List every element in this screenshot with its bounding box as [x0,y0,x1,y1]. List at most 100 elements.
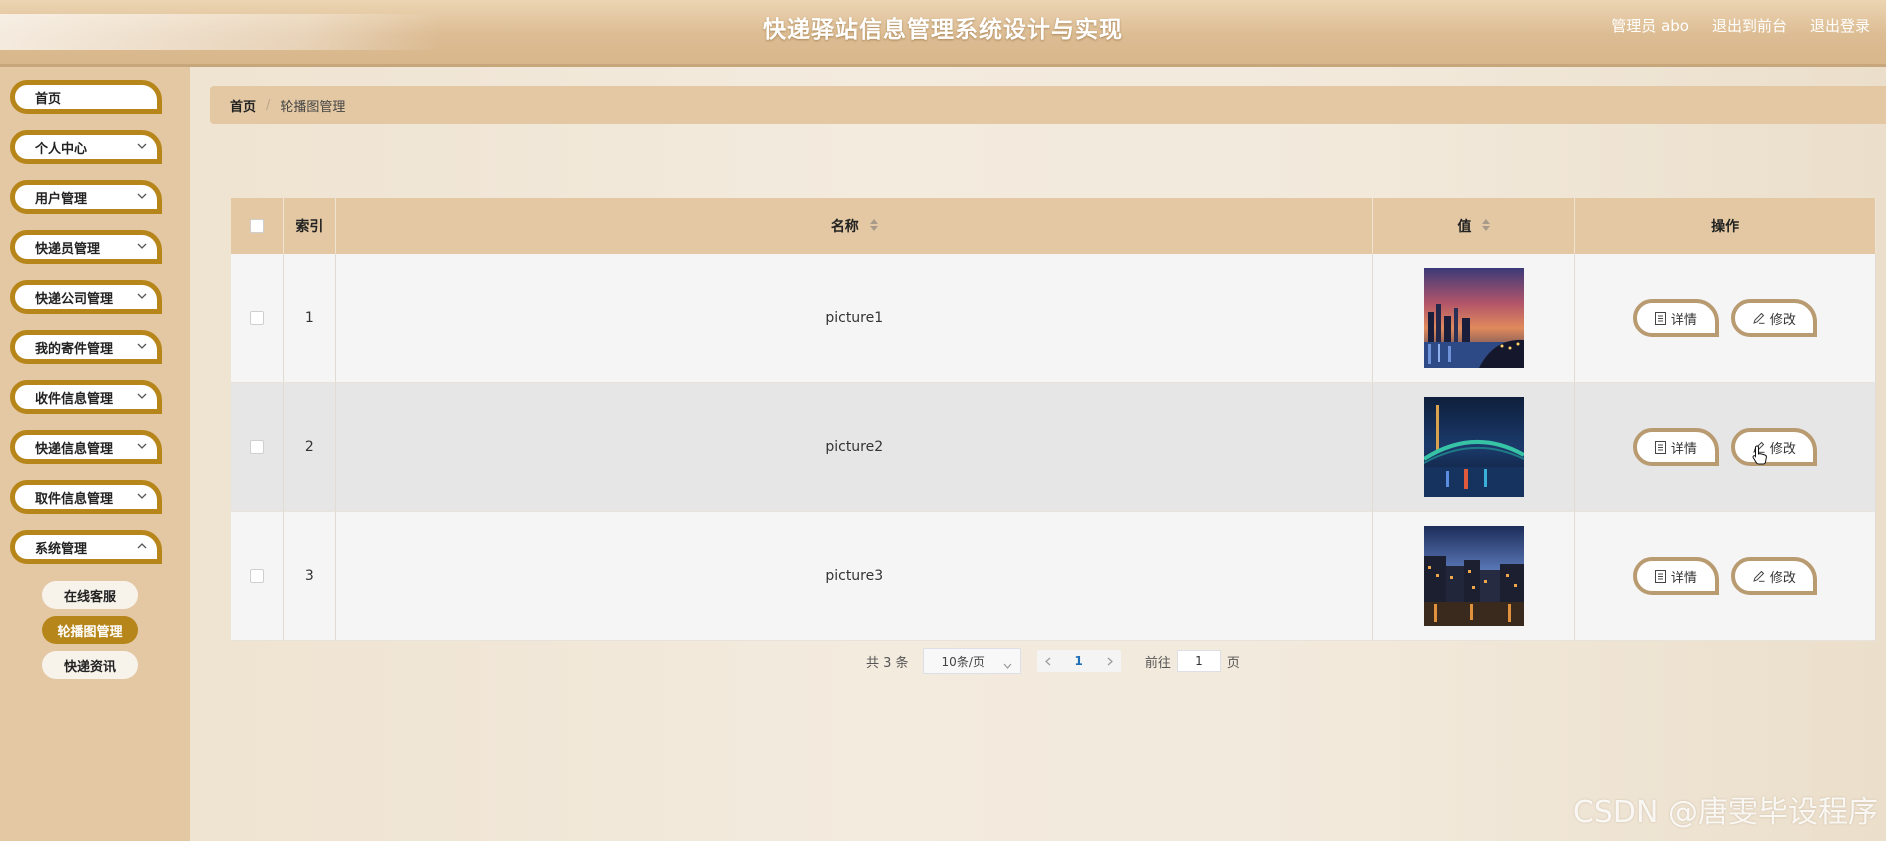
admin-user-label: 管理员 abo [1611,17,1689,35]
detail-button[interactable]: 详情 [1632,299,1719,337]
sidebar-item-courier-management[interactable]: 快递员管理 [10,230,162,264]
sidebar-item-system-management[interactable]: 系统管理 [10,530,162,564]
prev-page-icon[interactable] [1044,657,1051,666]
submenu-express-news[interactable]: 快递资讯 [42,651,138,679]
row-checkbox[interactable] [249,311,264,325]
row-index: 3 [283,511,337,641]
sidebar-item-label: 首页 [35,91,62,107]
row-name: picture2 [335,382,1374,512]
sidebar-item-label: 个人中心 [35,141,88,157]
sidebar-item-label: 快递公司管理 [35,291,114,307]
sidebar-item-home[interactable]: 首页 [10,80,162,114]
row-operations: 详情 修改 [1574,382,1876,512]
document-icon [1654,440,1666,454]
breadcrumb-current: 轮播图管理 [280,99,346,115]
goto-page-input[interactable] [1176,650,1221,672]
breadcrumb-home[interactable]: 首页 [230,96,256,115]
edit-button[interactable]: 修改 [1731,428,1818,466]
pager: 1 [1036,650,1121,672]
row-name: picture3 [335,511,1374,641]
sidebar-item-label: 收件信息管理 [35,391,114,407]
chevron-down-icon [137,142,147,150]
edit-pencil-icon [1753,570,1765,582]
select-all-checkbox[interactable] [249,219,264,233]
header-value[interactable]: 值 [1372,198,1576,254]
sidebar-item-pickup-info[interactable]: 取件信息管理 [10,480,162,514]
sidebar-item-personal-center[interactable]: 个人中心 [10,130,162,164]
table-header-row: 索引 名称 值 操作 [231,198,1876,254]
row-value [1372,254,1576,383]
detail-button[interactable]: 详情 [1632,428,1719,466]
submenu-label: 在线客服 [63,589,116,605]
edit-button[interactable]: 修改 [1731,557,1818,595]
app-title: 快递驿站信息管理系统设计与实现 [763,17,1123,43]
row-operations: 详情 修改 [1574,254,1876,383]
goto-label: 前往 [1144,655,1171,671]
page-size-select[interactable]: 10条/页 [922,648,1021,674]
row-index: 2 [283,382,337,512]
chevron-down-icon [137,442,147,450]
chevron-down-icon [137,342,147,350]
sidebar-item-my-shipments[interactable]: 我的寄件管理 [10,330,162,364]
header-user-area: 管理员 abo 退出到前台 退出登录 [1611,15,1870,36]
submenu-online-service[interactable]: 在线客服 [42,581,138,609]
next-page-icon[interactable] [1107,657,1113,666]
edit-button-label: 修改 [1769,441,1796,457]
logout-link[interactable]: 退出登录 [1810,15,1870,36]
total-count: 共 3 条 [866,655,909,671]
submenu-label: 快递资讯 [63,659,116,675]
header-select-all [231,198,284,254]
submenu-label: 轮播图管理 [57,624,123,640]
header-operations: 操作 [1574,198,1876,254]
page-suffix: 页 [1226,655,1240,671]
row-checkbox[interactable] [249,440,264,454]
sidebar-item-courier-company-management[interactable]: 快递公司管理 [10,280,162,314]
sort-icon[interactable] [869,219,878,235]
back-to-frontend-link[interactable]: 退出到前台 [1712,15,1787,36]
page-number-current[interactable]: 1 [1075,654,1083,668]
sidebar-item-express-info[interactable]: 快递信息管理 [10,430,162,464]
chevron-down-icon [137,192,147,200]
breadcrumb-separator: / [266,97,271,113]
sidebar-item-label: 系统管理 [35,541,88,557]
sidebar: 首页 个人中心 用户管理 快递员管理 快递公司管理 我的寄件管理 收件信息管理 … [0,67,190,841]
top-header: 快递驿站信息管理系统设计与实现 管理员 abo 退出到前台 退出登录 [0,0,1886,67]
detail-button-label: 详情 [1670,570,1697,586]
sort-icon[interactable] [1482,219,1491,235]
table-row: 3 picture3 详情 修改 [231,511,1876,641]
header-index: 索引 [283,198,337,254]
row-name: picture1 [335,254,1374,383]
carousel-thumbnail-image[interactable] [1423,526,1524,626]
page-size-value: 10条/页 [941,654,985,669]
table-row: 2 picture2 详情 修改 [231,382,1876,512]
row-select-cell [231,511,284,641]
header-name-label: 名称 [830,219,859,235]
sidebar-item-label: 快递员管理 [35,241,101,257]
submenu-carousel-management[interactable]: 轮播图管理 [42,616,138,644]
sidebar-item-user-management[interactable]: 用户管理 [10,180,162,214]
chevron-down-icon [137,242,147,250]
header-name[interactable]: 名称 [335,198,1374,254]
pagination: 共 3 条 10条/页 1 前往 页 [866,648,1240,674]
row-operations: 详情 修改 [1574,511,1876,641]
sidebar-item-receipt-info[interactable]: 收件信息管理 [10,380,162,414]
sidebar-item-label: 快递信息管理 [35,441,114,457]
detail-button[interactable]: 详情 [1632,557,1719,595]
sidebar-item-label: 我的寄件管理 [35,341,114,357]
sidebar-item-label: 用户管理 [35,191,88,207]
breadcrumb: 首页 / 轮播图管理 [210,86,1886,124]
sidebar-item-label: 取件信息管理 [35,491,114,507]
edit-button-label: 修改 [1769,570,1796,586]
main-content: 首页 / 轮播图管理 索引 名称 值 操作 1 picture1 详情 修改 2… [190,67,1886,841]
document-icon [1654,569,1666,583]
header-value-label: 值 [1457,219,1472,235]
document-icon [1654,311,1666,325]
row-index: 1 [283,254,337,383]
table-row: 1 picture1 详情 修改 [231,254,1876,383]
chevron-down-icon [137,492,147,500]
carousel-thumbnail-image[interactable] [1423,397,1524,497]
carousel-thumbnail-image[interactable] [1423,268,1524,368]
edit-button[interactable]: 修改 [1731,299,1818,337]
detail-button-label: 详情 [1670,441,1697,457]
row-checkbox[interactable] [249,569,264,583]
